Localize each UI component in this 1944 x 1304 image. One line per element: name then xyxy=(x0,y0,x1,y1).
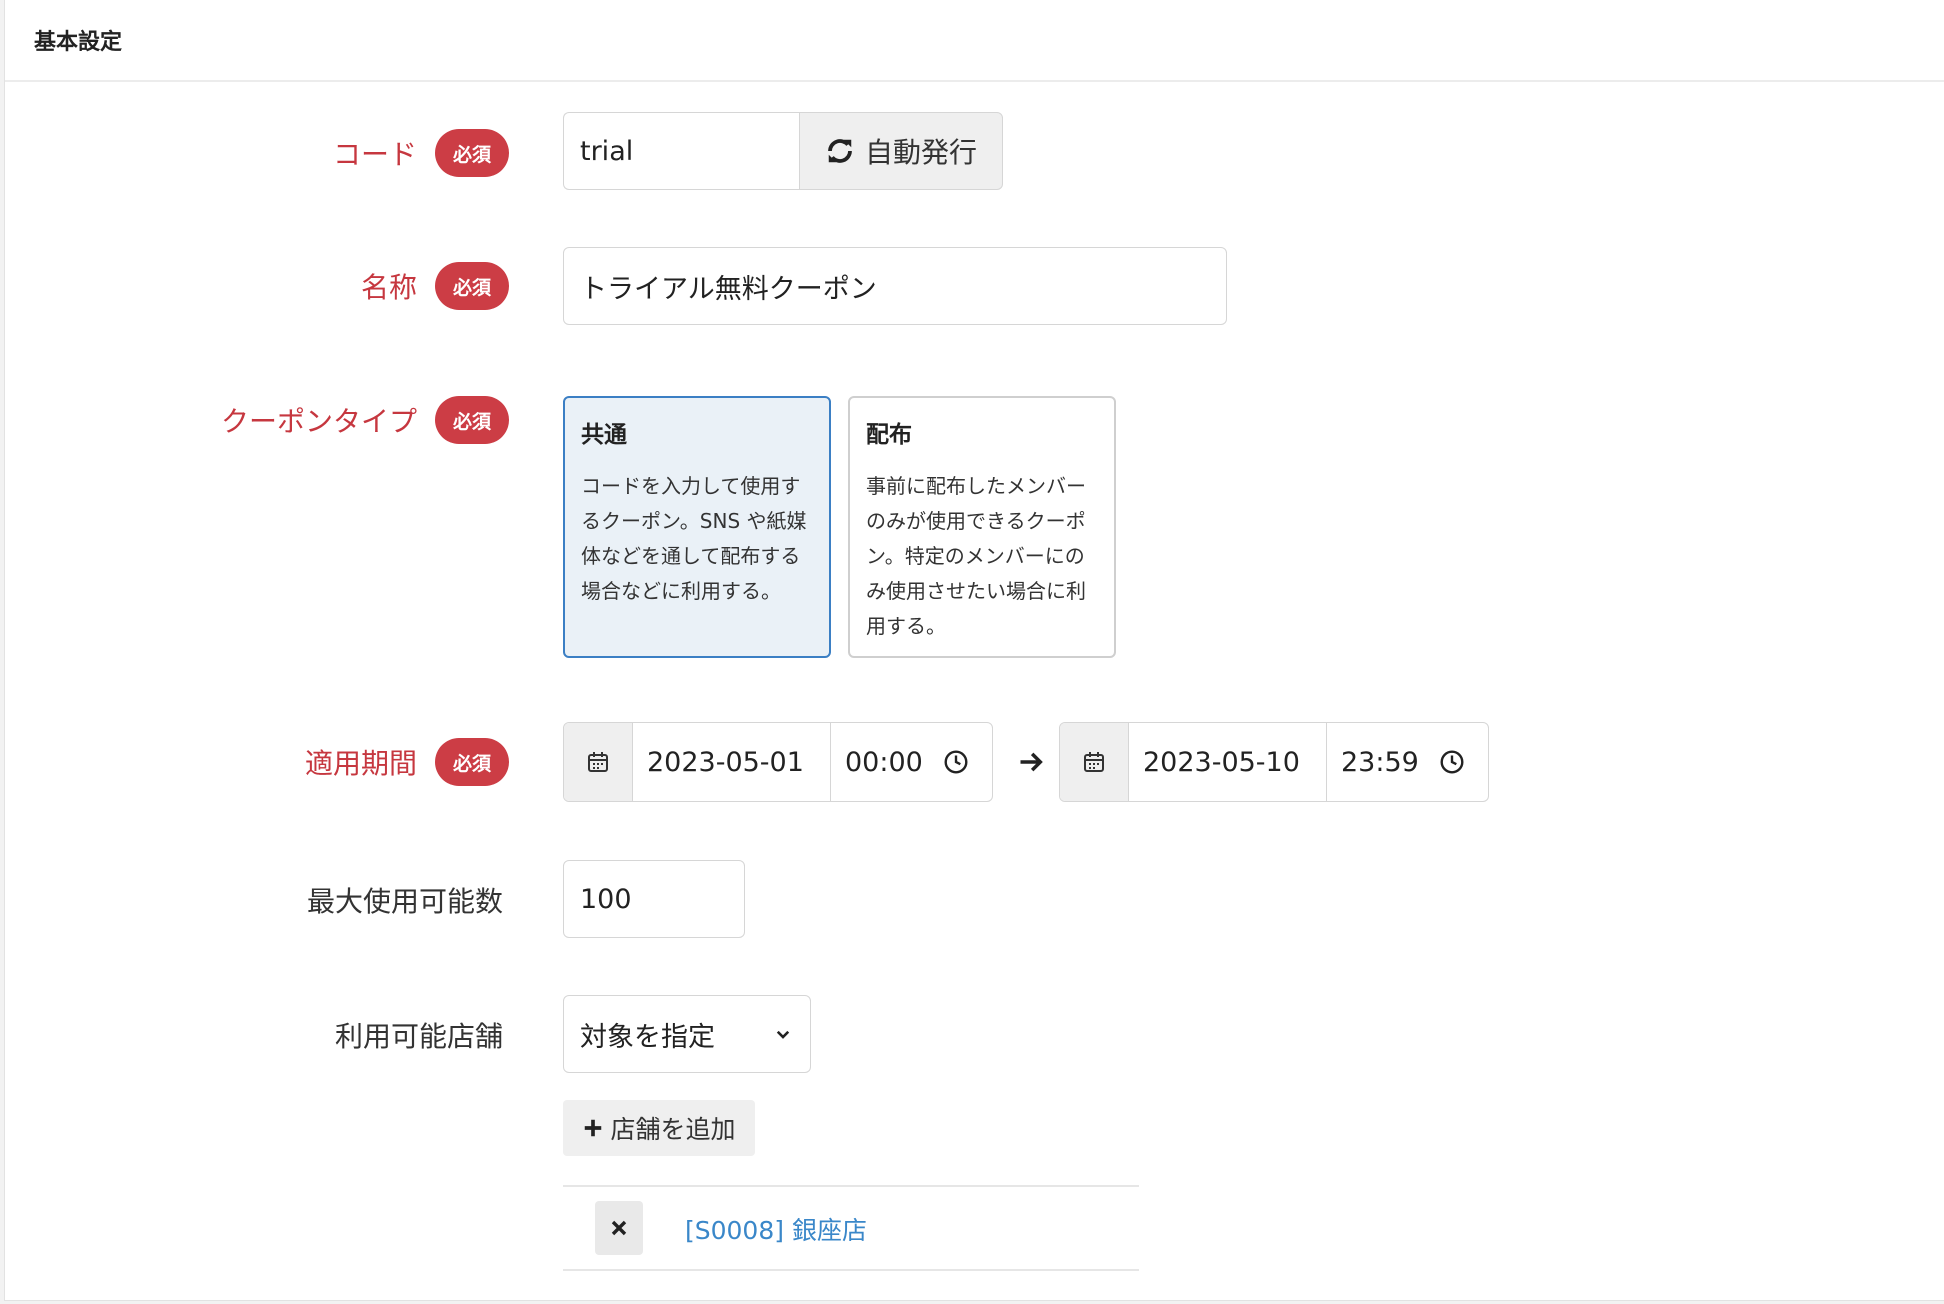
stores-label: 利用可能店舗 xyxy=(334,1020,503,1053)
required-badge: 必須 xyxy=(435,262,509,310)
required-badge: 必須 xyxy=(435,129,509,177)
period-label-text: 適用期間 xyxy=(304,747,417,780)
add-store-button[interactable]: 店舗を追加 xyxy=(563,1100,755,1156)
clock-icon xyxy=(1440,750,1464,774)
arrow-right-icon xyxy=(1020,752,1043,772)
end-time-value: 23:59 xyxy=(1341,746,1419,778)
max-usage-label: 最大使用可能数 xyxy=(306,885,503,918)
end-date-input[interactable]: 2023-05-10 xyxy=(1129,723,1327,801)
end-datetime: 2023-05-10 23:59 xyxy=(1059,722,1489,802)
coupon-type-label-text: クーポンタイプ xyxy=(220,405,417,438)
coupon-type-common[interactable]: 共通 コードを入力して使用するクーポン。SNS や紙媒体などを通して配布する場合… xyxy=(563,396,831,658)
name-label-text: 名称 xyxy=(360,271,417,304)
required-badge: 必須 xyxy=(435,396,509,444)
required-badge: 必須 xyxy=(435,738,509,786)
refresh-icon xyxy=(828,139,852,163)
auto-issue-button[interactable]: 自動発行 xyxy=(799,112,1003,190)
coupon-type-description: コードを入力して使用するクーポン。SNS や紙媒体などを通して配布する場合などに… xyxy=(581,474,807,603)
code-label-text: コード xyxy=(332,138,417,171)
clock-icon xyxy=(944,750,968,774)
start-time-input[interactable]: 00:00 xyxy=(831,723,991,801)
coupon-type-title: 配布 xyxy=(866,422,912,448)
end-time-input[interactable]: 23:59 xyxy=(1327,723,1487,801)
code-label: コード 必須 xyxy=(333,129,509,177)
close-icon xyxy=(611,1220,627,1236)
start-datetime: 2023-05-01 00:00 xyxy=(563,722,993,802)
period-label: 適用期間 必須 xyxy=(305,738,509,786)
start-date-input[interactable]: 2023-05-01 xyxy=(633,723,831,801)
chevron-down-icon xyxy=(776,1030,790,1039)
remove-store-button[interactable] xyxy=(595,1201,643,1255)
coupon-type-label: クーポンタイプ 必須 xyxy=(221,396,509,444)
plus-icon xyxy=(585,1119,602,1137)
start-time-value: 00:00 xyxy=(845,746,923,778)
calendar-icon[interactable] xyxy=(1060,723,1129,801)
store-link[interactable]: [S0008] 銀座店 xyxy=(685,1211,867,1247)
section-title: 基本設定 xyxy=(5,0,1944,82)
add-store-label: 店舗を追加 xyxy=(610,1115,736,1144)
store-target-select[interactable]: 対象を指定 xyxy=(563,995,811,1073)
coupon-type-distributed[interactable]: 配布 事前に配布したメンバーのみが使用できるクーポン。特定のメンバーにのみ使用さ… xyxy=(848,396,1116,658)
name-input[interactable]: トライアル無料クーポン xyxy=(563,247,1227,325)
code-input[interactable]: trial xyxy=(563,112,799,190)
coupon-type-description: 事前に配布したメンバーのみが使用できるクーポン。特定のメンバーにのみ使用させたい… xyxy=(866,474,1086,638)
store-target-value: 対象を指定 xyxy=(580,1021,715,1053)
coupon-type-title: 共通 xyxy=(581,422,627,448)
code-input-group: trial 自動発行 xyxy=(563,112,1003,190)
auto-issue-label: 自動発行 xyxy=(864,136,977,169)
list-item: [S0008] 銀座店 xyxy=(563,1185,1139,1271)
max-usage-input[interactable]: 100 xyxy=(563,860,745,938)
name-label: 名称 必須 xyxy=(361,262,509,310)
settings-panel: 基本設定 コード 必須 trial 自動発行 名称 必須 トライアル無料クーポン xyxy=(4,0,1944,1301)
calendar-icon[interactable] xyxy=(564,723,633,801)
